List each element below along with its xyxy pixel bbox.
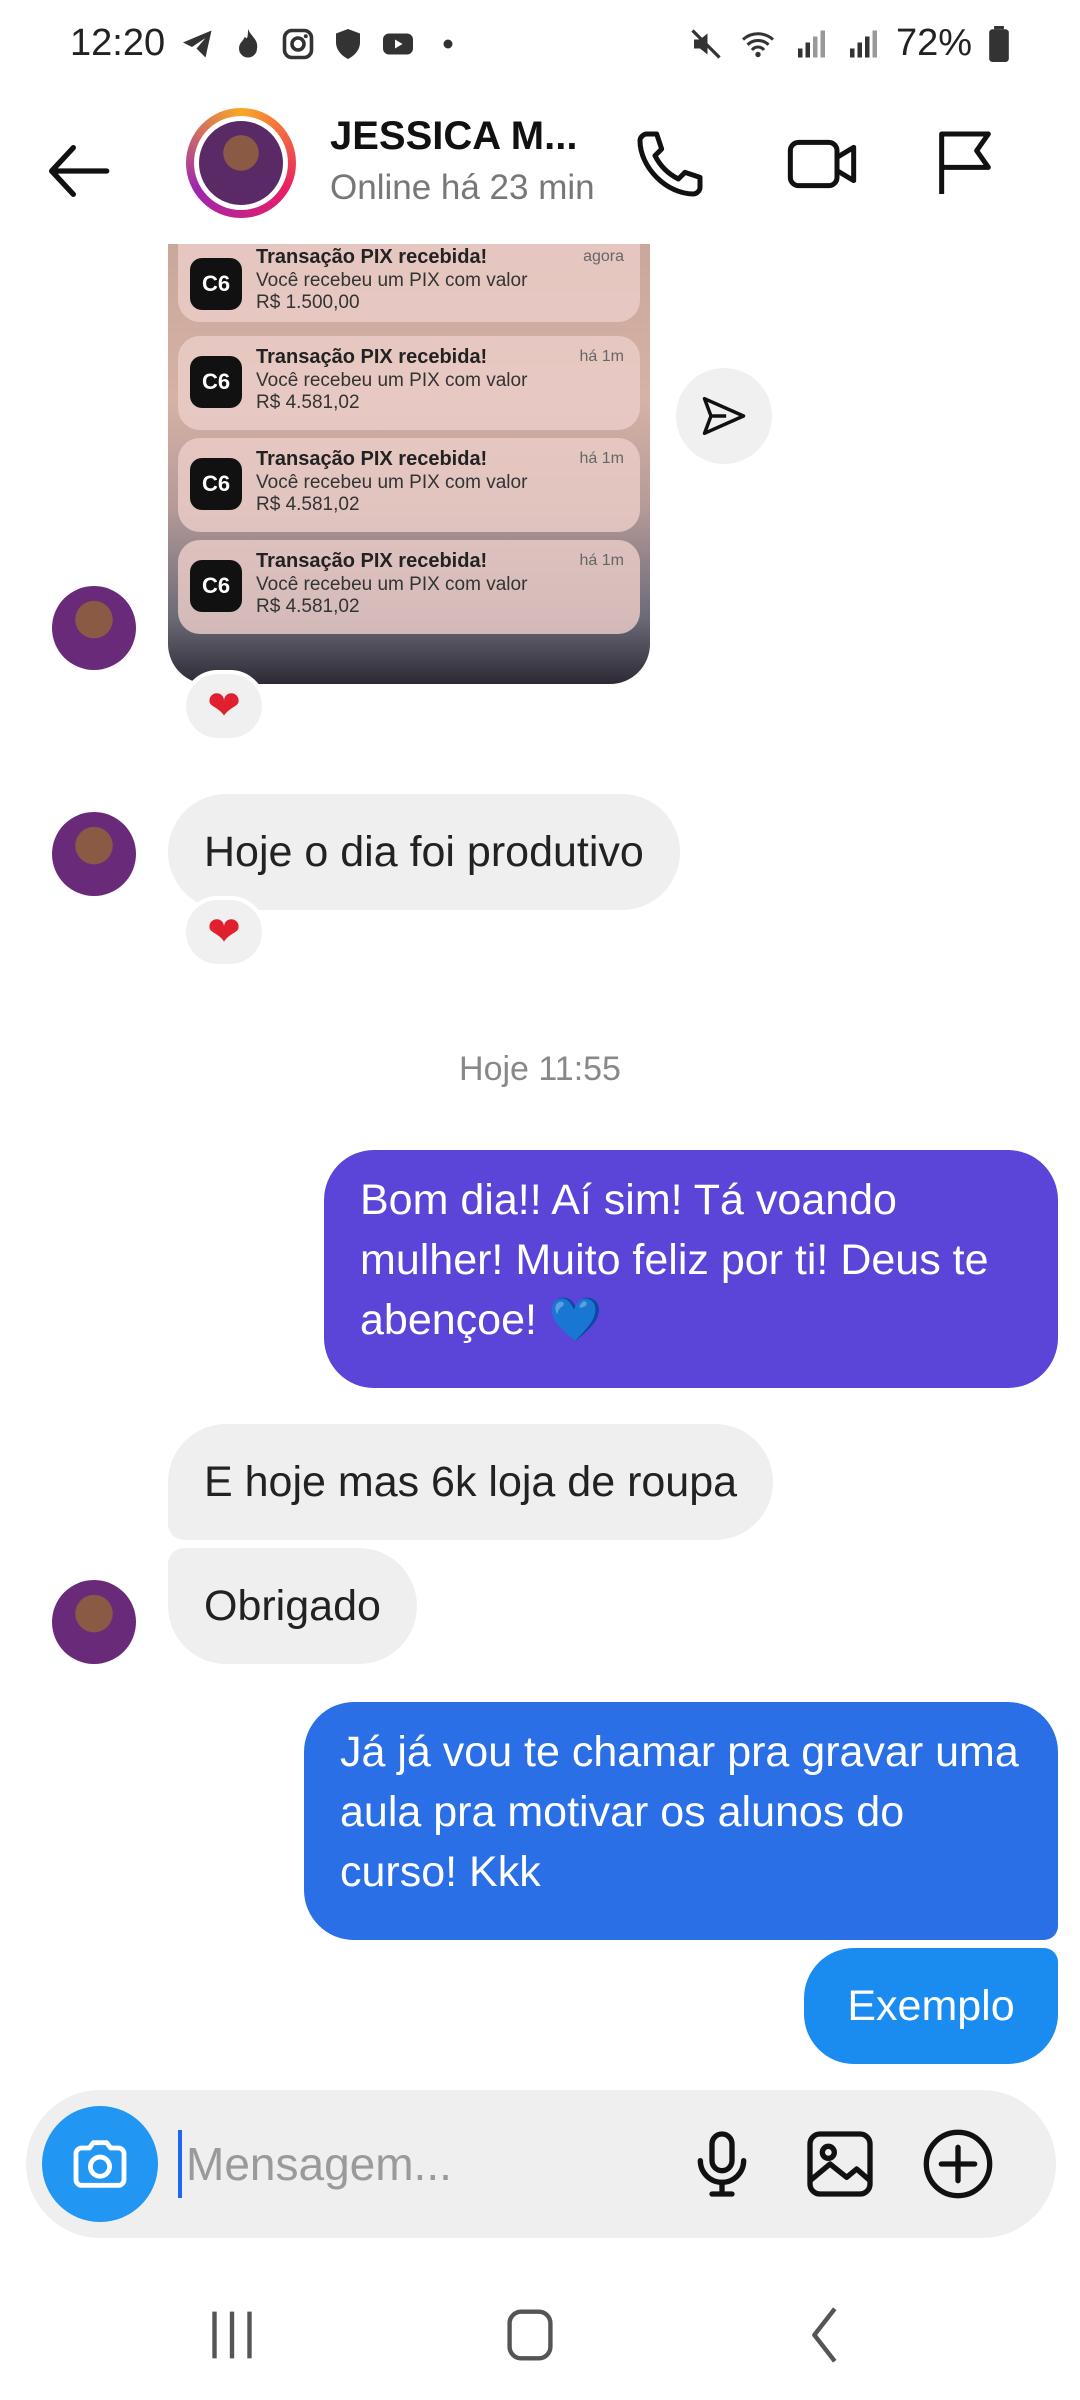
telegram-icon <box>183 30 212 58</box>
message-thread: C6 Transação PIX recebida! Você recebeu … <box>0 244 1080 2076</box>
back-arrow-icon[interactable] <box>40 131 120 211</box>
incoming-message[interactable]: E hoje mas 6k loja de roupa <box>168 1424 774 1540</box>
phone-call-icon[interactable] <box>630 124 710 204</box>
pix-notification: C6 Transação PIX recebida! Você recebeu … <box>178 540 640 634</box>
message-composer <box>26 2090 1056 2238</box>
notification-body: Você recebeu um PIX com valor R$ 4.581,02 <box>256 370 528 413</box>
video-call-icon[interactable] <box>782 124 862 204</box>
system-navigation-bar <box>0 2270 1080 2400</box>
signal-icon <box>797 30 825 57</box>
incoming-message[interactable]: Obrigado <box>168 1548 417 1664</box>
youtube-icon <box>383 33 413 55</box>
gallery-image-icon[interactable] <box>800 2124 880 2204</box>
status-system: 72% <box>688 22 1010 65</box>
pix-notification: C6 Transação PIX recebida! Você recebeu … <box>178 244 640 322</box>
shield-icon <box>336 29 360 59</box>
wifi-icon <box>741 31 774 57</box>
outgoing-message[interactable]: Bom dia!! Aí sim! Tá voando mulher! Muit… <box>324 1150 1058 1388</box>
camera-icon <box>73 2140 127 2188</box>
signal-icon-2 <box>849 30 877 57</box>
header-avatar[interactable] <box>194 116 288 210</box>
heart-reaction[interactable]: ❤ <box>182 896 266 968</box>
send-paper-plane-icon <box>702 396 746 436</box>
presence-status: Online há 23 min <box>330 168 595 207</box>
c6-bank-logo: C6 <box>190 356 242 408</box>
more-dot-icon <box>443 39 453 49</box>
message-timestamp: Hoje 11:55 <box>459 1050 621 1088</box>
home-icon[interactable] <box>490 2300 570 2370</box>
shared-photo[interactable]: C6 Transação PIX recebida! Você recebeu … <box>168 244 650 684</box>
microphone-icon[interactable] <box>682 2124 762 2204</box>
status-bar: 12:20 72% <box>0 0 1080 96</box>
notification-time: agora <box>583 248 624 265</box>
report-flag-icon[interactable] <box>925 124 1005 204</box>
notification-title: Transação PIX recebida! <box>256 246 488 268</box>
battery-icon <box>989 25 1009 62</box>
camera-button[interactable] <box>42 2106 158 2222</box>
conversation-header: JESSICA M... Online há 23 min <box>0 96 1080 246</box>
share-button[interactable] <box>676 368 772 464</box>
outgoing-message[interactable]: Já já vou te chamar pra gravar uma aula … <box>304 1702 1058 1940</box>
notification-time: há 1m <box>579 348 624 365</box>
mute-icon <box>691 28 721 59</box>
status-time: 12:20 <box>70 22 166 64</box>
pix-notification: C6 Transação PIX recebida! Você recebeu … <box>178 438 640 532</box>
instagram-icon <box>282 28 314 60</box>
contact-name[interactable]: JESSICA M... <box>330 114 577 159</box>
text-cursor <box>178 2130 182 2198</box>
sender-avatar[interactable] <box>52 1580 136 1664</box>
c6-bank-logo: C6 <box>190 258 242 310</box>
outgoing-message[interactable]: Exemplo <box>804 1948 1058 2064</box>
notification-body: Você recebeu um PIX com valor R$ 4.581,02 <box>256 574 528 617</box>
notification-time: há 1m <box>579 552 624 569</box>
heart-reaction[interactable]: ❤ <box>182 670 266 742</box>
notification-title: Transação PIX recebida! <box>256 346 488 368</box>
incoming-message[interactable]: Hoje o dia foi produtivo <box>168 794 680 910</box>
sender-avatar[interactable] <box>52 812 136 896</box>
recent-apps-icon[interactable] <box>192 2300 272 2370</box>
c6-bank-logo: C6 <box>190 458 242 510</box>
notification-title: Transação PIX recebida! <box>256 550 488 572</box>
message-input[interactable] <box>186 2130 686 2198</box>
notification-body: Você recebeu um PIX com valor R$ 1.500,00 <box>256 270 528 313</box>
battery-percent: 72% <box>895 22 972 64</box>
c6-bank-logo: C6 <box>190 560 242 612</box>
status-notification-icons <box>180 26 466 62</box>
notification-title: Transação PIX recebida! <box>256 448 488 470</box>
add-plus-icon[interactable] <box>918 2124 998 2204</box>
notification-time: há 1m <box>579 450 624 467</box>
pix-notification: C6 Transação PIX recebida! Você recebeu … <box>178 336 640 430</box>
tinder-flame-icon <box>239 29 258 58</box>
nav-back-icon[interactable] <box>786 2300 866 2370</box>
notification-body: Você recebeu um PIX com valor R$ 4.581,02 <box>256 472 528 515</box>
sender-avatar[interactable] <box>52 586 136 670</box>
